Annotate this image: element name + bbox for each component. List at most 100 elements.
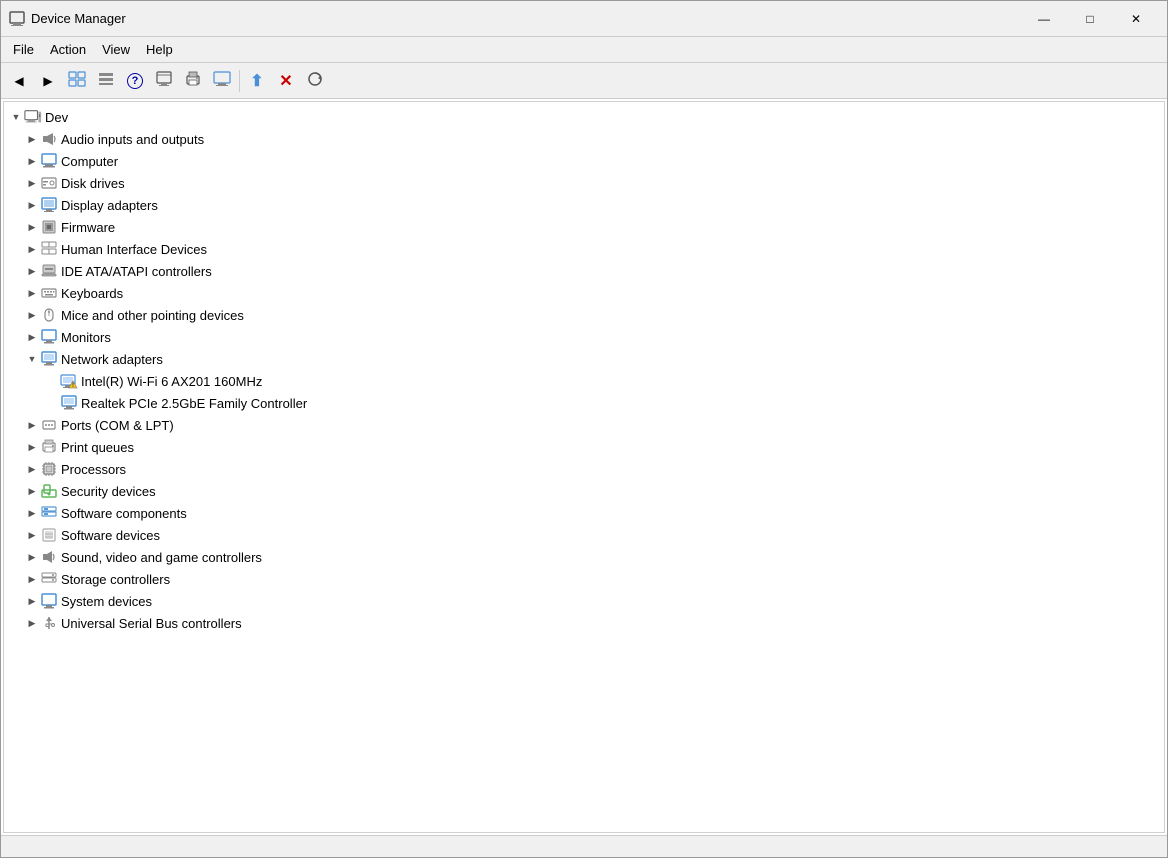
chevron-right-icon[interactable]: ▶ <box>24 153 40 169</box>
tree-item-disk[interactable]: ▶ Disk drives <box>4 172 1164 194</box>
maximize-button[interactable]: □ <box>1067 5 1113 33</box>
monitor-icon <box>40 329 58 345</box>
software-components-label: Software components <box>61 506 187 521</box>
storage-icon <box>40 571 58 587</box>
audio-icon <box>40 131 58 147</box>
tree-item-monitors[interactable]: ▶ Monitors <box>4 326 1164 348</box>
menu-file[interactable]: File <box>5 40 42 59</box>
processors-label: Processors <box>61 462 126 477</box>
chevron-right-icon[interactable]: ▶ <box>24 219 40 235</box>
chevron-right-icon[interactable]: ▶ <box>24 549 40 565</box>
menu-help[interactable]: Help <box>138 40 181 59</box>
forward-button[interactable]: ▶ <box>34 67 62 95</box>
tree-item-wifi[interactable]: ▶ ! Intel(R) Wi-Fi 6 AX201 160MHz <box>4 370 1164 392</box>
tree-item-print[interactable]: ▶ Print queues <box>4 436 1164 458</box>
tree-item-ide[interactable]: ▶ IDE ATA/ATAPI controllers <box>4 260 1164 282</box>
tree-item-realtek[interactable]: ▶ Realtek PCIe 2.5GbE Family Controller <box>4 392 1164 414</box>
network-label: Network adapters <box>61 352 163 367</box>
main-content: ▼ Dev ▶ <box>1 99 1167 835</box>
chevron-right-icon[interactable]: ▶ <box>24 263 40 279</box>
update-driver-button[interactable]: ⬆ <box>243 67 271 95</box>
realtek-icon <box>60 395 78 411</box>
software-devices-icon <box>40 527 58 543</box>
wifi-warning-icon: ! <box>60 373 78 389</box>
menu-action[interactable]: Action <box>42 40 94 59</box>
computer-icon <box>24 109 42 125</box>
chevron-right-icon[interactable]: ▶ <box>24 505 40 521</box>
tree-item-software-devices[interactable]: ▶ Software devices <box>4 524 1164 546</box>
chevron-right-icon[interactable]: ▶ <box>24 329 40 345</box>
tree-item-mice[interactable]: ▶ Mice and other pointing devices <box>4 304 1164 326</box>
window-controls: — □ ✕ <box>1021 5 1159 33</box>
chevron-right-icon[interactable]: ▶ <box>24 241 40 257</box>
ports-label: Ports (COM & LPT) <box>61 418 174 433</box>
keyboard-label: Keyboards <box>61 286 123 301</box>
ide-icon <box>40 263 58 279</box>
menu-view[interactable]: View <box>94 40 138 59</box>
chevron-right-icon[interactable]: ▶ <box>24 527 40 543</box>
print-button[interactable] <box>179 67 207 95</box>
chevron-right-icon[interactable]: ▶ <box>24 483 40 499</box>
back-button[interactable]: ◀ <box>5 67 33 95</box>
resources-view-button[interactable] <box>150 67 178 95</box>
scan-changes-button[interactable] <box>301 67 329 95</box>
audio-label: Audio inputs and outputs <box>61 132 204 147</box>
sound-icon <box>40 549 58 565</box>
tree-item-processors[interactable]: ▶ <box>4 458 1164 480</box>
chevron-right-icon[interactable]: ▶ <box>24 571 40 587</box>
chevron-down-icon[interactable]: ▼ <box>24 351 40 367</box>
mice-label: Mice and other pointing devices <box>61 308 244 323</box>
list-view-button[interactable] <box>92 67 120 95</box>
chevron-right-icon[interactable]: ▶ <box>24 197 40 213</box>
chevron-right-icon[interactable]: ▶ <box>24 307 40 323</box>
tree-item-security[interactable]: ▶ Security devices <box>4 480 1164 502</box>
device-manager-view-button[interactable] <box>63 67 91 95</box>
hid-label: Human Interface Devices <box>61 242 207 257</box>
update-driver-icon: ⬆ <box>250 71 263 91</box>
forward-icon: ▶ <box>43 74 52 88</box>
resources-view-icon <box>156 71 172 90</box>
print-queue-icon <box>40 439 58 455</box>
tree-item-firmware[interactable]: ▶ Firmware <box>4 216 1164 238</box>
tree-item-sound[interactable]: ▶ Sound, video and game controllers <box>4 546 1164 568</box>
tree-item-software-components[interactable]: ▶ Software components <box>4 502 1164 524</box>
monitor-button[interactable] <box>208 67 236 95</box>
chevron-right-icon[interactable]: ▶ <box>24 461 40 477</box>
tree-item-system[interactable]: ▶ System devices <box>4 590 1164 612</box>
status-bar <box>1 835 1167 857</box>
uninstall-button[interactable]: ✕ <box>272 67 300 95</box>
device-manager-window: Device Manager — □ ✕ File Action View He… <box>0 0 1168 858</box>
help-button[interactable]: ? <box>121 67 149 95</box>
minimize-button[interactable]: — <box>1021 5 1067 33</box>
tree-item-audio[interactable]: ▶ Audio inputs and outputs <box>4 128 1164 150</box>
chevron-right-icon[interactable]: ▶ <box>24 615 40 631</box>
tree-root-dev[interactable]: ▼ Dev <box>4 106 1164 128</box>
tree-item-hid[interactable]: ▶ Human Interface Devices <box>4 238 1164 260</box>
chevron-right-icon[interactable]: ▶ <box>24 439 40 455</box>
title-bar: Device Manager — □ ✕ <box>1 1 1167 37</box>
chevron-right-icon[interactable]: ▶ <box>24 285 40 301</box>
chevron-right-icon[interactable]: ▶ <box>24 131 40 147</box>
close-button[interactable]: ✕ <box>1113 5 1159 33</box>
toolbar-separator <box>239 70 240 92</box>
chevron-right-icon[interactable]: ▶ <box>24 175 40 191</box>
chevron-down-icon[interactable]: ▼ <box>8 109 24 125</box>
app-icon <box>9 11 25 27</box>
sound-label: Sound, video and game controllers <box>61 550 262 565</box>
tree-item-storage[interactable]: ▶ Storage controllers <box>4 568 1164 590</box>
tree-item-usb[interactable]: ▶ Universal Serial Bus controllers <box>4 612 1164 634</box>
monitor-icon <box>213 71 231 90</box>
tree-item-keyboard[interactable]: ▶ Keyboards <box>4 282 1164 304</box>
tree-item-display[interactable]: ▶ Display adapters <box>4 194 1164 216</box>
tree-item-computer[interactable]: ▶ Computer <box>4 150 1164 172</box>
tree-item-ports[interactable]: ▶ Ports (COM & LPT) <box>4 414 1164 436</box>
computer-icon <box>40 153 58 169</box>
tree-item-network[interactable]: ▼ Network adapters <box>4 348 1164 370</box>
svg-text:!: ! <box>72 383 74 389</box>
monitors-label: Monitors <box>61 330 111 345</box>
menu-bar: File Action View Help <box>1 37 1167 63</box>
processor-icon <box>40 461 58 477</box>
chevron-right-icon[interactable]: ▶ <box>24 593 40 609</box>
tree-root-label: Dev <box>45 110 68 125</box>
chevron-right-icon[interactable]: ▶ <box>24 417 40 433</box>
